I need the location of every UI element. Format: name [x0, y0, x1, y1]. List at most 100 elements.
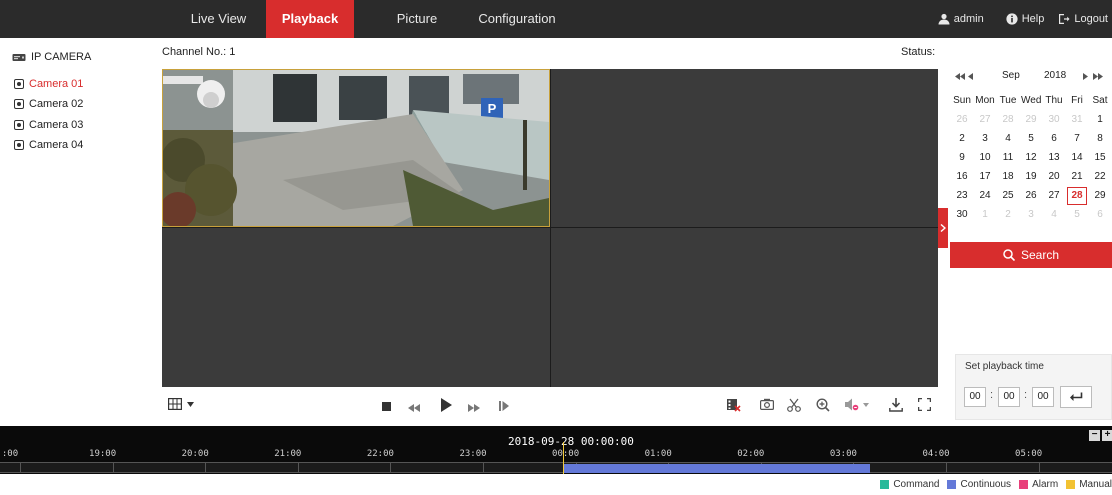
calendar-day[interactable]: 4: [1044, 206, 1064, 224]
calendar-day[interactable]: 10: [975, 149, 995, 167]
calendar-day[interactable]: 14: [1067, 149, 1087, 167]
calendar-day[interactable]: 21: [1067, 168, 1087, 186]
calendar-day[interactable]: 4: [998, 130, 1018, 148]
calendar-day[interactable]: 11: [998, 149, 1018, 167]
calendar-day[interactable]: 6: [1044, 130, 1064, 148]
video-pane-4[interactable]: [551, 228, 938, 387]
camera-item-04[interactable]: Camera 04: [14, 139, 83, 151]
playback-time-title: Set playback time: [965, 361, 1044, 372]
tab-playback[interactable]: Playback: [266, 0, 354, 38]
search-button[interactable]: Search: [950, 242, 1112, 268]
rewind-icon: [408, 404, 420, 412]
calendar-day[interactable]: 6: [1090, 206, 1110, 224]
hour-input[interactable]: 00: [964, 387, 986, 407]
download-button[interactable]: [889, 398, 903, 415]
calendar-day[interactable]: 30: [1044, 111, 1064, 129]
calendar-day[interactable]: 2: [952, 130, 972, 148]
video-pane-1[interactable]: P: [162, 69, 550, 227]
calendar-day[interactable]: 26: [1021, 187, 1041, 205]
calendar-day[interactable]: 5: [1021, 130, 1041, 148]
video-pane-3[interactable]: [162, 228, 550, 387]
calendar-day[interactable]: 5: [1067, 206, 1087, 224]
calendar-month[interactable]: Sep: [1002, 70, 1020, 81]
calendar-day[interactable]: 29: [1090, 187, 1110, 205]
capture-button[interactable]: [760, 398, 775, 413]
calendar-day[interactable]: 22: [1090, 168, 1110, 186]
camera-item-02[interactable]: Camera 02: [14, 98, 83, 110]
speed-up-button[interactable]: [468, 401, 480, 415]
clip-list-button[interactable]: [727, 398, 741, 415]
clip-button[interactable]: [787, 398, 801, 415]
video-pane-2[interactable]: [551, 69, 938, 227]
calendar-day[interactable]: 18: [998, 168, 1018, 186]
calendar-day[interactable]: 28: [998, 111, 1018, 129]
calendar-day[interactable]: 1: [975, 206, 995, 224]
logout-link[interactable]: Logout: [1058, 13, 1108, 25]
prev-month-button[interactable]: [968, 72, 973, 83]
collapse-panel-toggle[interactable]: [938, 208, 948, 248]
download-icon: [889, 398, 903, 412]
calendar-day[interactable]: 31: [1067, 111, 1087, 129]
calendar-day[interactable]: 29: [1021, 111, 1041, 129]
digital-zoom-button[interactable]: [816, 398, 830, 415]
single-frame-button[interactable]: [499, 400, 509, 414]
calendar-day[interactable]: 15: [1090, 149, 1110, 167]
window-layout-button[interactable]: [168, 398, 194, 410]
calendar-day[interactable]: 27: [1044, 187, 1064, 205]
next-year-button[interactable]: [1093, 72, 1103, 83]
help-link[interactable]: Help: [1006, 13, 1044, 25]
timeline-hour-label: :00: [1, 449, 19, 459]
timeline-cursor[interactable]: [563, 442, 564, 474]
calendar-day[interactable]: 25: [998, 187, 1018, 205]
audio-button[interactable]: [845, 398, 869, 411]
calendar-day[interactable]: 12: [1021, 149, 1041, 167]
play-button[interactable]: [441, 398, 452, 415]
next-month-button[interactable]: [1083, 72, 1088, 83]
slow-down-button[interactable]: [408, 401, 420, 415]
continuous-recording-segment[interactable]: [563, 464, 870, 473]
playback-timeline[interactable]: 2018-09-28 00:00:00 :00 19:00 20:00 21:00 22…: [0, 426, 1112, 474]
timeline-track[interactable]: [0, 462, 1112, 473]
calendar-day[interactable]: 13: [1044, 149, 1064, 167]
tab-live-view[interactable]: Live View: [171, 0, 266, 38]
timeline-tick: [20, 463, 21, 473]
calendar-day[interactable]: 28: [1067, 187, 1087, 205]
prev-year-button[interactable]: [955, 72, 965, 83]
calendar-day[interactable]: 26: [952, 111, 972, 129]
calendar-day[interactable]: 19: [1021, 168, 1041, 186]
timeline-zoom-in-button[interactable]: +: [1102, 430, 1112, 441]
calendar-day[interactable]: 24: [975, 187, 995, 205]
minute-input[interactable]: 00: [998, 387, 1020, 407]
calendar-day[interactable]: 20: [1044, 168, 1064, 186]
logout-icon: [1059, 14, 1070, 24]
timeline-hour-label: 04:00: [922, 449, 950, 459]
camera-item-03[interactable]: Camera 03: [14, 119, 83, 131]
calendar-day[interactable]: 27: [975, 111, 995, 129]
goto-time-button[interactable]: [1060, 386, 1092, 408]
camera-item-01[interactable]: Camera 01: [14, 78, 83, 90]
calendar-day[interactable]: 9: [952, 149, 972, 167]
calendar-day[interactable]: 30: [952, 206, 972, 224]
stop-button[interactable]: [382, 400, 391, 414]
second-input[interactable]: 00: [1032, 387, 1054, 407]
calendar-day[interactable]: 2: [998, 206, 1018, 224]
fullscreen-button[interactable]: [917, 397, 932, 414]
calendar-year[interactable]: 2018: [1044, 70, 1066, 81]
tab-configuration[interactable]: Configuration: [474, 0, 560, 38]
calendar-day[interactable]: 3: [1021, 206, 1041, 224]
tab-picture[interactable]: Picture: [383, 0, 451, 38]
calendar-day[interactable]: 8: [1090, 130, 1110, 148]
timeline-zoom-out-button[interactable]: −: [1089, 430, 1100, 441]
device-tree-root[interactable]: IP CAMERA: [12, 51, 91, 63]
calendar-day[interactable]: 1: [1090, 111, 1110, 129]
legend-swatch: [880, 480, 890, 489]
calendar-weekday: Tue: [999, 95, 1017, 106]
calendar-day[interactable]: 7: [1067, 130, 1087, 148]
calendar-day[interactable]: 3: [975, 130, 995, 148]
calendar-day[interactable]: 23: [952, 187, 972, 205]
time-separator: :: [990, 389, 994, 401]
calendar-day[interactable]: 17: [975, 168, 995, 186]
user-menu[interactable]: admin: [938, 13, 984, 25]
calendar-day[interactable]: 16: [952, 168, 972, 186]
camera-label: Camera 04: [29, 139, 84, 151]
